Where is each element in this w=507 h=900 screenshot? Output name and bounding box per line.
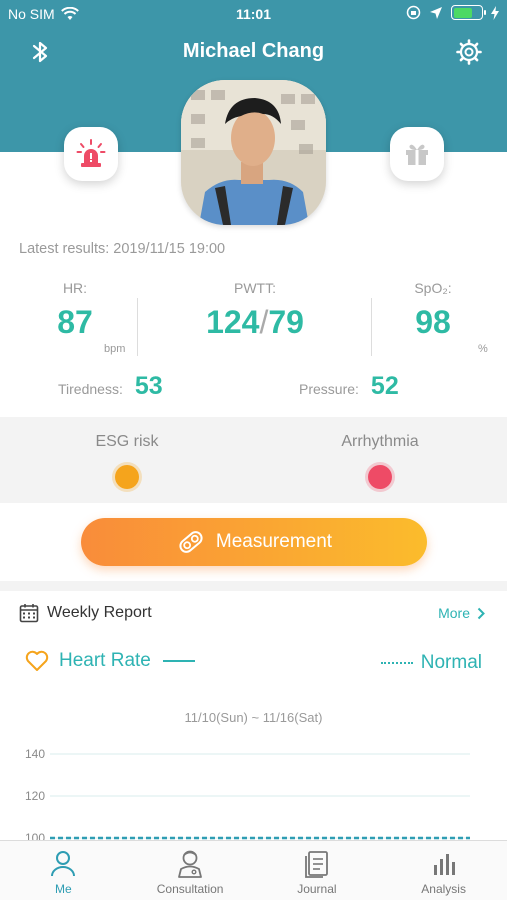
alarm-light-icon bbox=[76, 139, 106, 167]
tiredness-value: 53 bbox=[134, 372, 163, 400]
heart-rate-legend-label: Heart Rate bbox=[59, 650, 151, 671]
person-icon bbox=[51, 851, 76, 877]
battery-icon bbox=[451, 5, 486, 20]
charging-icon bbox=[491, 5, 499, 20]
hr-label: HR: bbox=[62, 280, 88, 296]
sensor-device-icon bbox=[179, 531, 203, 553]
heart-rate-chart: 140 120 100 bbox=[25, 747, 470, 840]
y-tick-label: 140 bbox=[25, 747, 45, 761]
arrhythmia-risk[interactable]: Arrhythmia bbox=[280, 433, 480, 489]
normal-legend-label: Normal bbox=[420, 652, 482, 673]
location-icon bbox=[430, 6, 442, 19]
spo2-value: 98 bbox=[415, 304, 451, 340]
metric-divider bbox=[371, 298, 372, 356]
legend-solid-line bbox=[162, 660, 195, 662]
esg-risk[interactable]: ESG risk bbox=[27, 433, 227, 489]
pwtt-diastolic: 79 bbox=[268, 304, 304, 340]
doctor-icon bbox=[178, 850, 203, 878]
tab-journal[interactable]: Journal bbox=[254, 841, 381, 900]
tab-journal-label: Journal bbox=[297, 882, 337, 896]
pressure-value: 52 bbox=[370, 372, 399, 400]
spo2-unit: % bbox=[478, 343, 488, 355]
bar-chart-icon bbox=[433, 854, 455, 875]
calendar-icon bbox=[19, 604, 39, 623]
gift-icon bbox=[406, 144, 428, 165]
gift-button[interactable] bbox=[390, 127, 444, 181]
status-bar: No SIM 11:01 bbox=[0, 0, 507, 28]
spo2-label: SpO₂: bbox=[414, 280, 452, 296]
y-tick-label: 100 bbox=[25, 831, 45, 840]
esg-risk-indicator bbox=[115, 465, 139, 489]
metric-divider bbox=[137, 298, 138, 356]
tiredness-metric: Tiredness: 53 bbox=[58, 372, 163, 401]
spo2-metric: SpO₂: 98 bbox=[388, 280, 478, 341]
pwtt-metric: PWTT: 124/79 bbox=[160, 280, 350, 341]
gear-icon[interactable] bbox=[455, 38, 483, 66]
avatar[interactable] bbox=[181, 80, 326, 225]
tiredness-label: Tiredness: bbox=[58, 381, 123, 397]
pwtt-systolic: 124 bbox=[206, 304, 260, 340]
hr-value: 87 bbox=[57, 304, 93, 340]
user-name: Michael Chang bbox=[182, 40, 325, 62]
chevron-right-icon bbox=[477, 607, 485, 619]
document-icon bbox=[304, 851, 328, 878]
tab-analysis-label: Analysis bbox=[421, 882, 466, 896]
arrhythmia-label: Arrhythmia bbox=[341, 433, 419, 450]
tab-bar: Me Consultation Journal Analysis bbox=[0, 840, 507, 900]
pwtt-label: PWTT: bbox=[234, 280, 276, 296]
tab-consultation-label: Consultation bbox=[156, 882, 224, 896]
more-link[interactable]: More bbox=[438, 605, 485, 621]
pressure-label: Pressure: bbox=[299, 381, 359, 397]
avatar-photo bbox=[181, 80, 326, 225]
pressure-metric: Pressure: 52 bbox=[299, 372, 399, 401]
tab-me[interactable]: Me bbox=[0, 841, 127, 900]
date-range: 11/10(Sun) ~ 11/16(Sat) bbox=[184, 710, 323, 725]
arrhythmia-indicator bbox=[368, 465, 392, 489]
tab-analysis[interactable]: Analysis bbox=[380, 841, 507, 900]
section-divider bbox=[0, 581, 507, 591]
tab-me-label: Me bbox=[55, 882, 72, 896]
pwtt-separator: / bbox=[259, 304, 269, 340]
orientation-lock-icon bbox=[406, 5, 421, 20]
weekly-report-title: Weekly Report bbox=[47, 604, 152, 621]
measurement-label: Measurement bbox=[215, 531, 333, 552]
hr-metric: HR: 87 bbox=[30, 280, 120, 341]
legend-dotted-line bbox=[380, 662, 413, 664]
alert-button[interactable] bbox=[64, 127, 118, 181]
more-label: More bbox=[438, 605, 470, 621]
normal-legend: Normal bbox=[380, 652, 482, 674]
status-icons bbox=[406, 5, 499, 20]
tab-consultation[interactable]: Consultation bbox=[127, 841, 254, 900]
hr-unit: bpm bbox=[104, 343, 126, 355]
risk-panel: ESG risk Arrhythmia bbox=[0, 417, 507, 503]
latest-results: Latest results: 2019/11/15 19:00 bbox=[19, 241, 226, 257]
heart-icon bbox=[25, 650, 49, 671]
measurement-button[interactable]: Measurement bbox=[81, 518, 427, 566]
y-tick-label: 120 bbox=[25, 789, 45, 803]
weekly-report-header: Weekly Report bbox=[19, 603, 152, 623]
esg-risk-label: ESG risk bbox=[95, 433, 159, 450]
pwtt-value: 124/79 bbox=[160, 304, 350, 341]
heart-rate-legend: Heart Rate bbox=[25, 650, 195, 672]
